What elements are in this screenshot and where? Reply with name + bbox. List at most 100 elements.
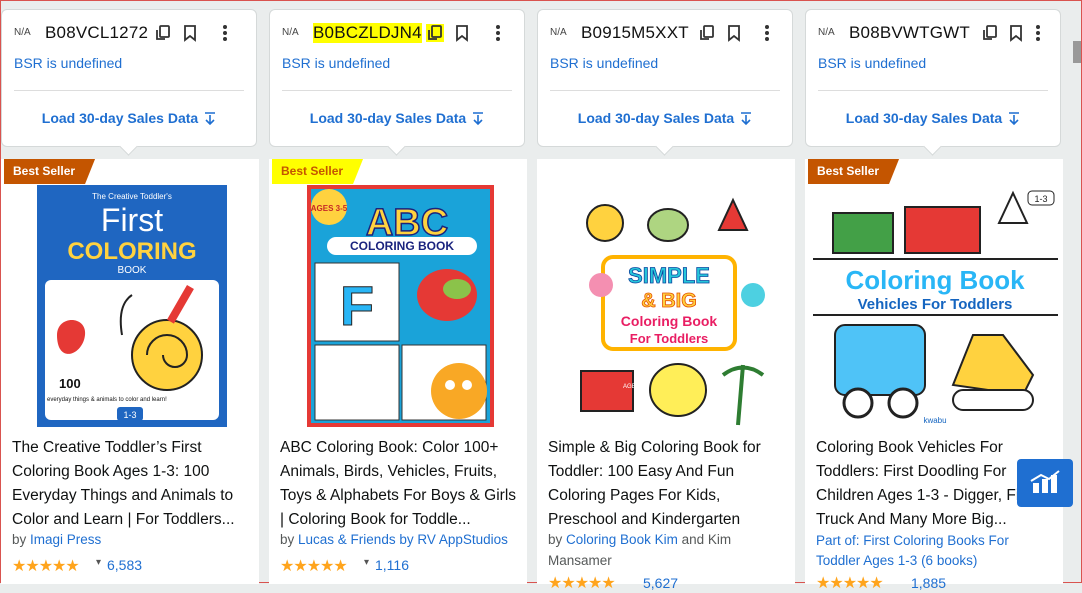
copy-icon[interactable] (981, 24, 999, 42)
best-seller-badge: Best Seller (272, 159, 363, 184)
chart-widget-button[interactable] (1017, 459, 1073, 507)
column-3: N/A B0915M5XXT BSR is undefined Load 30-… (537, 1, 795, 592)
cover-line1: Coloring Book (845, 265, 1025, 295)
asin-text[interactable]: B0915M5XXT (581, 23, 689, 43)
product-card[interactable]: Best Seller The Creative Toddler's First… (1, 159, 259, 584)
load-sales-button[interactable]: Load 30-day Sales Data (270, 110, 524, 126)
book-cover-image[interactable]: AGES 3-5 ABC COLORING BOOK F (307, 185, 494, 427)
cover-line2: COLORING (67, 238, 196, 265)
product-card[interactable]: Best Seller 1-3 Coloring Book Vehicles F… (805, 159, 1063, 592)
load-sales-button[interactable]: Load 30-day Sales Data (806, 110, 1060, 126)
load-sales-button[interactable]: Load 30-day Sales Data (2, 110, 256, 126)
column-2: N/A B0BCZLDJN4 BSR is undefined Load 30-… (269, 1, 527, 584)
download-arrow-icon (473, 112, 484, 126)
bsr-text: BSR is undefined (14, 55, 123, 71)
cover-line2: & BIG (641, 290, 697, 312)
na-label: N/A (282, 27, 299, 38)
divider (282, 90, 512, 91)
load-sales-label: Load 30-day Sales Data (577, 110, 735, 126)
download-arrow-icon (741, 112, 752, 126)
chart-widget-icon (1030, 470, 1060, 493)
copy-icon[interactable] (154, 24, 172, 42)
chevron-down-icon[interactable]: ▾ (96, 557, 101, 568)
product-title[interactable]: The Creative Toddler’s First Coloring Bo… (12, 436, 250, 532)
cover-line1: First (101, 202, 163, 238)
series-link[interactable]: Part of: First Coloring Books For Toddle… (816, 531, 1046, 571)
bsr-text: BSR is undefined (818, 55, 927, 71)
best-seller-badge: Best Seller (4, 159, 95, 184)
asin-text[interactable]: B08VCL1272 (45, 23, 148, 43)
na-label: N/A (550, 27, 567, 38)
na-label: N/A (818, 27, 835, 38)
divider (14, 90, 244, 91)
byline-author2: Mansamer (548, 553, 612, 568)
more-vertical-icon[interactable] (1029, 24, 1047, 42)
asin-card: N/A B08BVWTGWT BSR is undefined Load 30-… (805, 9, 1061, 147)
star-rating[interactable]: ★★★★★ (280, 556, 348, 576)
bookmark-icon[interactable] (725, 24, 743, 42)
cover-letter: F (340, 274, 374, 337)
download-arrow-icon (205, 112, 216, 126)
column-1: N/A B08VCL1272 BSR is undefined Load 30-… (1, 1, 259, 584)
more-vertical-icon[interactable] (216, 24, 234, 42)
bookmark-icon[interactable] (181, 24, 199, 42)
cover-line3: BOOK (118, 265, 147, 276)
author-link[interactable]: Lucas & Friends by RV AppStudios (298, 532, 508, 547)
asin-card: N/A B08VCL1272 BSR is undefined Load 30-… (1, 9, 257, 147)
bookmark-icon[interactable] (1007, 24, 1025, 42)
load-sales-label: Load 30-day Sales Data (41, 110, 199, 126)
asin-text[interactable]: B0BCZLDJN4 (313, 23, 422, 43)
cover-line3: Coloring Book (621, 313, 718, 329)
download-arrow-icon (1009, 112, 1020, 126)
cover-brand: kwabu (923, 416, 946, 425)
chevron-down-icon[interactable]: ▾ (364, 557, 369, 568)
cover-count: 100 (59, 376, 81, 391)
asin-card: N/A B0BCZLDJN4 BSR is undefined Load 30-… (269, 9, 525, 147)
bsr-text: BSR is undefined (282, 55, 391, 71)
cover-age: AGES 1-4 (623, 384, 651, 390)
star-rating[interactable]: ★★★★★ (816, 573, 884, 593)
author-link[interactable]: Imagi Press (30, 532, 101, 547)
cover-age: AGES 3-5 (311, 204, 348, 213)
more-vertical-icon[interactable] (758, 24, 776, 42)
book-cover-image[interactable]: SIMPLE & BIG Coloring Book For Toddlers … (573, 185, 765, 427)
cover-top: The Creative Toddler's (92, 192, 172, 201)
na-label: N/A (14, 27, 31, 38)
product-card[interactable]: SIMPLE & BIG Coloring Book For Toddlers … (537, 159, 795, 592)
asin-text[interactable]: B08BVWTGWT (849, 23, 970, 43)
product-title[interactable]: ABC Coloring Book: Color 100+ Animals, B… (280, 436, 518, 532)
book-cover-image[interactable]: 1-3 Coloring Book Vehicles For Toddlers … (813, 185, 1058, 427)
best-seller-badge: Best Seller (808, 159, 899, 184)
product-card[interactable]: Best Seller AGES 3-5 ABC COLORING BOOK F (269, 159, 527, 584)
book-cover-image[interactable]: The Creative Toddler's First COLORING BO… (37, 185, 227, 427)
author-link[interactable]: Coloring Book Kim (566, 532, 678, 547)
bookmark-icon[interactable] (453, 24, 471, 42)
byline: by Imagi Press (12, 532, 102, 547)
divider (818, 90, 1048, 91)
more-vertical-icon[interactable] (489, 24, 507, 42)
copy-icon[interactable] (426, 24, 444, 42)
asin-card: N/A B0915M5XXT BSR is undefined Load 30-… (537, 9, 793, 147)
star-rating[interactable]: ★★★★★ (12, 556, 80, 576)
cover-line4: For Toddlers (630, 331, 708, 346)
divider (550, 90, 780, 91)
byline: by Lucas & Friends by RV AppStudios (280, 532, 508, 547)
scrollbar-thumb[interactable] (1073, 41, 1081, 63)
cover-line1: SIMPLE (628, 263, 710, 288)
rating-count[interactable]: 6,583 (107, 557, 142, 573)
byline: by Coloring Book Kim and Kim (548, 532, 732, 547)
copy-icon[interactable] (698, 24, 716, 42)
load-sales-label: Load 30-day Sales Data (309, 110, 467, 126)
star-rating[interactable]: ★★★★★ (548, 573, 616, 593)
cover-line2: Vehicles For Toddlers (858, 296, 1013, 313)
product-title[interactable]: Simple & Big Coloring Book for Toddler: … (548, 436, 786, 532)
rating-count[interactable]: 1,116 (375, 557, 409, 573)
bsr-text: BSR is undefined (550, 55, 659, 71)
rating-count[interactable]: 5,627 (643, 575, 678, 591)
load-sales-button[interactable]: Load 30-day Sales Data (538, 110, 792, 126)
cover-sub: everyday things & animals to color and l… (47, 397, 167, 403)
cover-line2: COLORING BOOK (350, 239, 454, 253)
rating-count[interactable]: 1,885 (911, 575, 946, 591)
load-sales-label: Load 30-day Sales Data (845, 110, 1003, 126)
cover-age: 1-3 (1034, 194, 1047, 204)
